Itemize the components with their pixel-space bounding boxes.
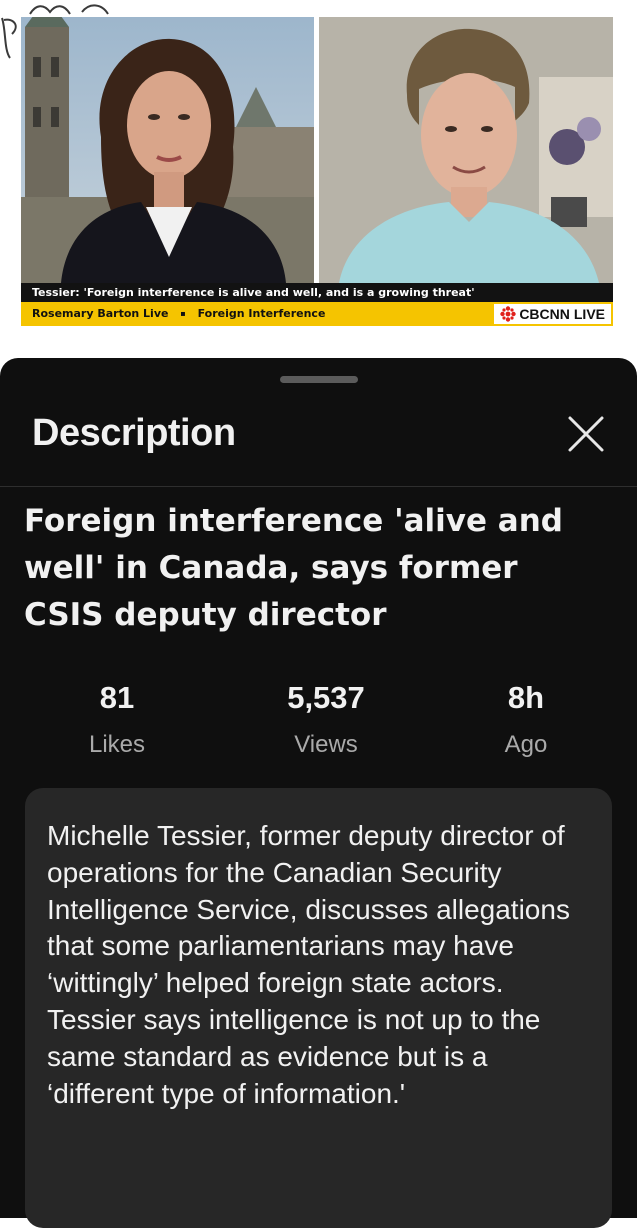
network-name: CBCNN — [519, 306, 570, 322]
close-button[interactable] — [566, 414, 606, 454]
stat-age: 8h Ago — [436, 678, 616, 760]
guest-figure — [319, 17, 613, 283]
bullet-separator: ▪ — [180, 309, 186, 318]
description-sheet: Description Foreign interference 'alive … — [0, 358, 637, 1228]
close-icon[interactable] — [566, 414, 606, 454]
video-title: Foreign interference 'alive and well' in… — [24, 503, 563, 633]
header-divider — [0, 486, 637, 487]
sheet-title: Description — [32, 412, 236, 454]
news-lower-third: Tessier: 'Foreign interference is alive … — [21, 283, 613, 328]
cbc-gem-icon — [500, 306, 517, 322]
host-video-panel — [21, 17, 314, 283]
description-text: Michelle Tessier, former deputy director… — [47, 820, 570, 1109]
age-label: Ago — [504, 731, 548, 758]
video-stats: 81 Likes 5,537 Views 8h Ago — [0, 678, 637, 788]
likes-count: 81 — [99, 680, 135, 715]
show-info-bar: Rosemary Barton Live ▪ Foreign Interfere… — [21, 302, 613, 326]
news-headline: Tessier: 'Foreign interference is alive … — [21, 283, 613, 302]
drag-handle[interactable] — [280, 376, 358, 383]
show-name: Rosemary Barton Live — [32, 307, 169, 320]
video-player[interactable]: Tessier: 'Foreign interference is alive … — [0, 0, 637, 360]
stat-views: 5,537 Views — [236, 678, 416, 760]
live-label: LIVE — [573, 306, 605, 322]
views-count: 5,537 — [287, 680, 365, 715]
age-value: 8h — [507, 680, 545, 715]
likes-label: Likes — [88, 731, 146, 758]
guest-video-panel — [319, 17, 613, 283]
views-label: Views — [294, 731, 358, 758]
host-figure — [21, 17, 314, 283]
segment-topic: Foreign Interference — [197, 307, 326, 320]
network-badge: CBCNN LIVE — [494, 304, 611, 324]
stat-likes: 81 Likes — [27, 678, 207, 760]
description-box[interactable]: Michelle Tessier, former deputy director… — [25, 788, 612, 1228]
